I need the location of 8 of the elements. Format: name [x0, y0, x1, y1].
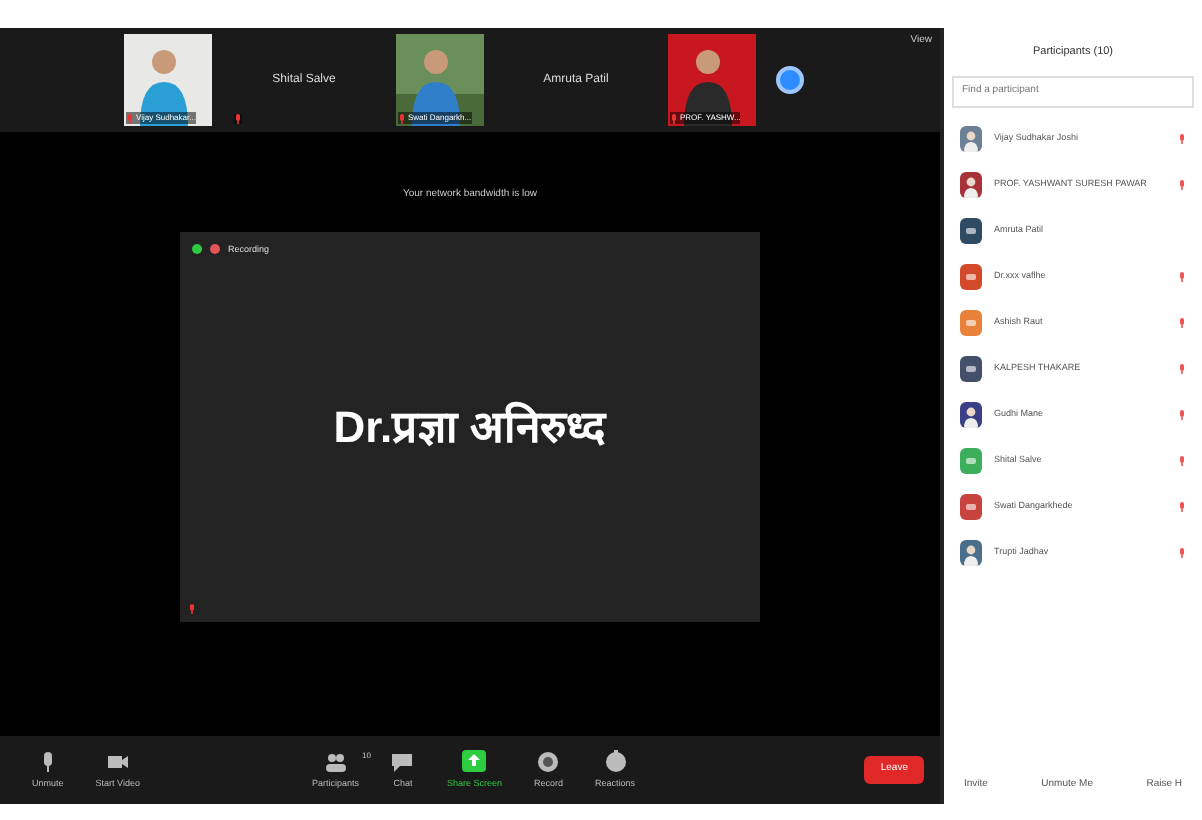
- share-screen-icon: [462, 749, 487, 774]
- people-icon: [323, 749, 348, 774]
- avatar-icon: [776, 66, 804, 94]
- recording-icon: [210, 244, 220, 255]
- record-icon: [536, 749, 561, 774]
- chat-icon: [390, 749, 415, 774]
- shield-icon: [192, 244, 202, 255]
- speaker-name: Dr.प्रज्ञा अनिरुध्द: [333, 399, 607, 455]
